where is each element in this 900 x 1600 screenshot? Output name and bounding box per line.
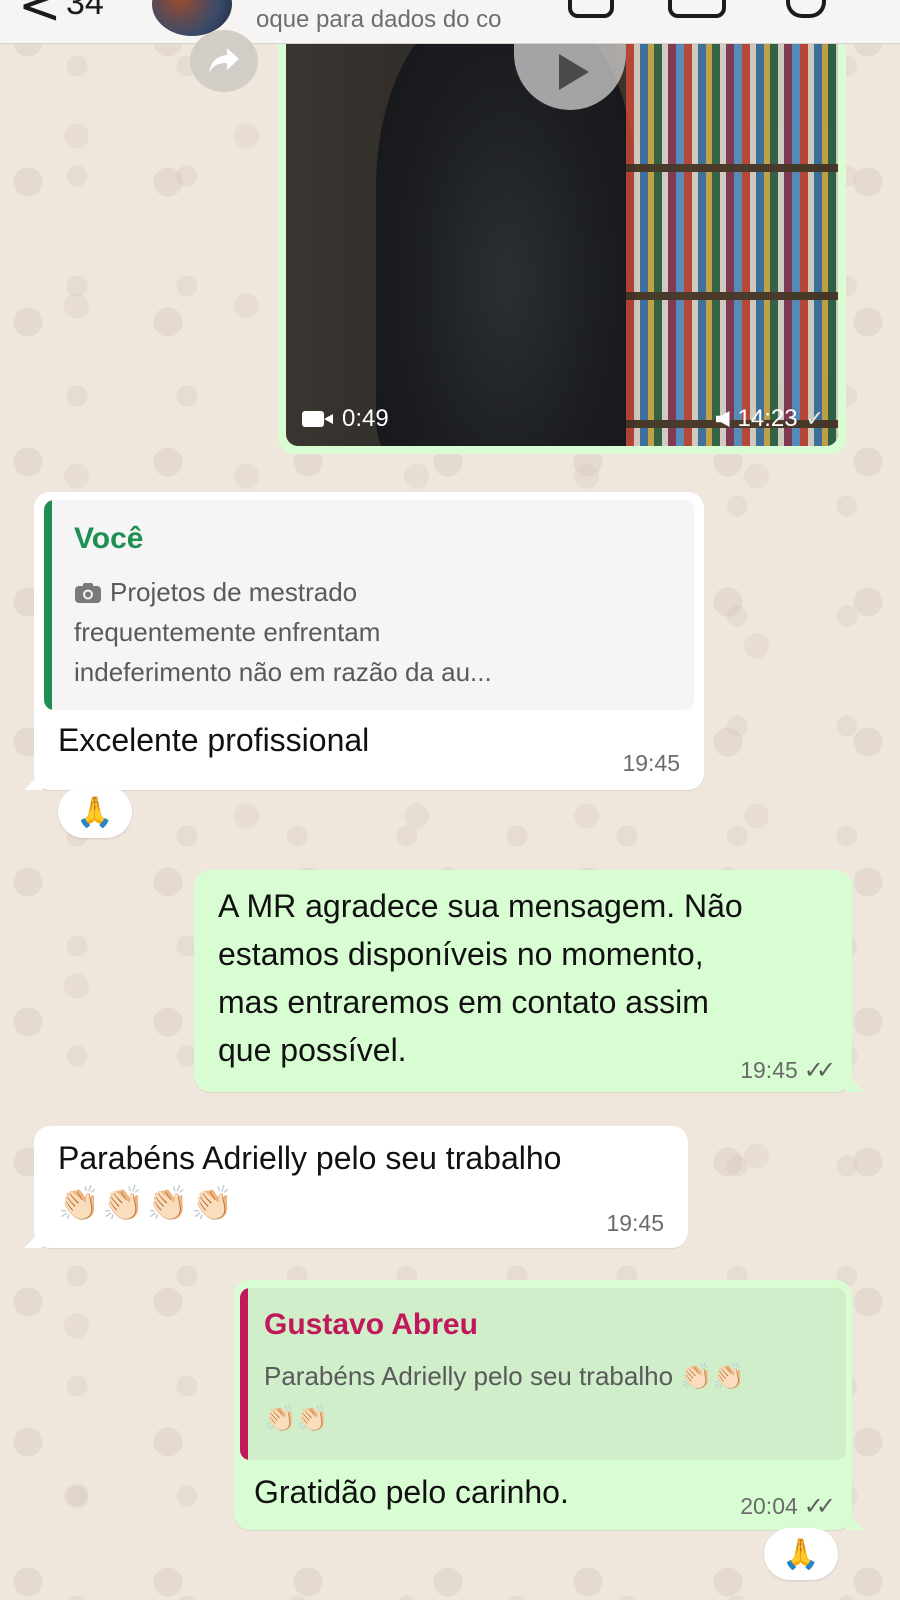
quote-author: Você (74, 522, 144, 555)
message-text: Excelente profissional (58, 722, 370, 758)
forward-button[interactable] (190, 30, 258, 92)
message-text: Parabéns Adrielly pelo seu trabalho (58, 1140, 562, 1176)
bubble-tail (846, 1074, 864, 1092)
message-time-text: 20:04 (740, 1492, 798, 1519)
quote-accent-bar (240, 1288, 248, 1460)
contact-subtitle[interactable]: oque para dados do co (256, 6, 546, 34)
message-text: Gratidão pelo carinho. (254, 1474, 569, 1510)
forward-arrow-icon (209, 48, 239, 74)
chat-header: < 34 oque para dados do co (0, 0, 900, 44)
quote-author: Gustavo Abreu (264, 1308, 478, 1341)
quote-line-2: 👏🏻👏🏻 (264, 1403, 329, 1433)
muted-speaker-icon (715, 411, 730, 427)
camera-icon (75, 583, 101, 603)
sent-check-icon: ✓ (805, 406, 824, 432)
bubble-tail (24, 1230, 42, 1248)
video-camera-icon (302, 411, 333, 427)
message-time: 19:45 ✓✓ (740, 1056, 836, 1084)
video-bookshelf (626, 44, 838, 446)
reaction-badge[interactable]: 🙏 (764, 1528, 838, 1580)
clapping-emoji-line: 👏🏻👏🏻👏🏻👏🏻 (58, 1185, 236, 1223)
contact-card-icon[interactable] (568, 0, 614, 18)
video-thumbnail[interactable]: 0:49 14:23 ✓ (286, 44, 838, 446)
message-time: 19:45 (622, 750, 680, 776)
message-time-text: 19:45 (740, 1056, 798, 1083)
outgoing-message[interactable]: Gustavo Abreu Parabéns Adrielly pelo seu… (234, 1280, 852, 1530)
incoming-message[interactable]: Parabéns Adrielly pelo seu trabalho 👏🏻👏🏻… (34, 1126, 688, 1248)
message-line-2: estamos disponíveis no momento, (218, 936, 704, 972)
back-chevron-icon[interactable]: < (18, 0, 62, 32)
pray-emoji: 🙏 (76, 795, 114, 829)
read-receipt-icon: ✓✓ (803, 1056, 836, 1084)
video-duration: 0:49 (342, 405, 389, 432)
reaction-badge[interactable]: 🙏 (58, 786, 132, 838)
quote-line-1: Parabéns Adrielly pelo seu trabalho 👏🏻👏🏻 (264, 1361, 746, 1391)
quote-line-2: frequentemente enfrentam (74, 617, 381, 647)
video-message-bubble[interactable]: 0:49 14:23 ✓ (278, 44, 846, 454)
quote-accent-bar (44, 500, 52, 710)
message-line-1: A MR agradece sua mensagem. Não (218, 888, 743, 924)
read-receipt-icon: ✓✓ (803, 1492, 836, 1520)
play-icon (559, 54, 589, 90)
incoming-message[interactable]: Você Projetos de mestrado frequentemente… (34, 492, 704, 790)
bubble-tail (24, 772, 42, 790)
video-figure (376, 44, 636, 446)
bubble-tail (846, 1512, 864, 1530)
phone-call-icon[interactable] (786, 0, 826, 18)
video-info-overlay: 0:49 14:23 ✓ (302, 402, 824, 436)
message-time: 20:04 ✓✓ (740, 1492, 836, 1520)
video-call-icon[interactable] (668, 0, 726, 18)
unread-count[interactable]: 34 (66, 0, 104, 23)
quote-line-1: Projetos de mestrado (110, 577, 358, 607)
video-time: 14:23 (737, 405, 798, 432)
quote-line-3: indeferimento não em razão da au... (74, 657, 492, 687)
outgoing-message[interactable]: A MR agradece sua mensagem. Não estamos … (194, 870, 852, 1092)
quoted-message[interactable]: Gustavo Abreu Parabéns Adrielly pelo seu… (240, 1288, 846, 1460)
pray-emoji: 🙏 (782, 1537, 820, 1571)
message-line-3: mas entraremos em contato assim (218, 984, 709, 1020)
message-time: 19:45 (606, 1210, 664, 1236)
message-line-4: que possível. (218, 1032, 407, 1068)
quoted-message[interactable]: Você Projetos de mestrado frequentemente… (44, 500, 694, 710)
